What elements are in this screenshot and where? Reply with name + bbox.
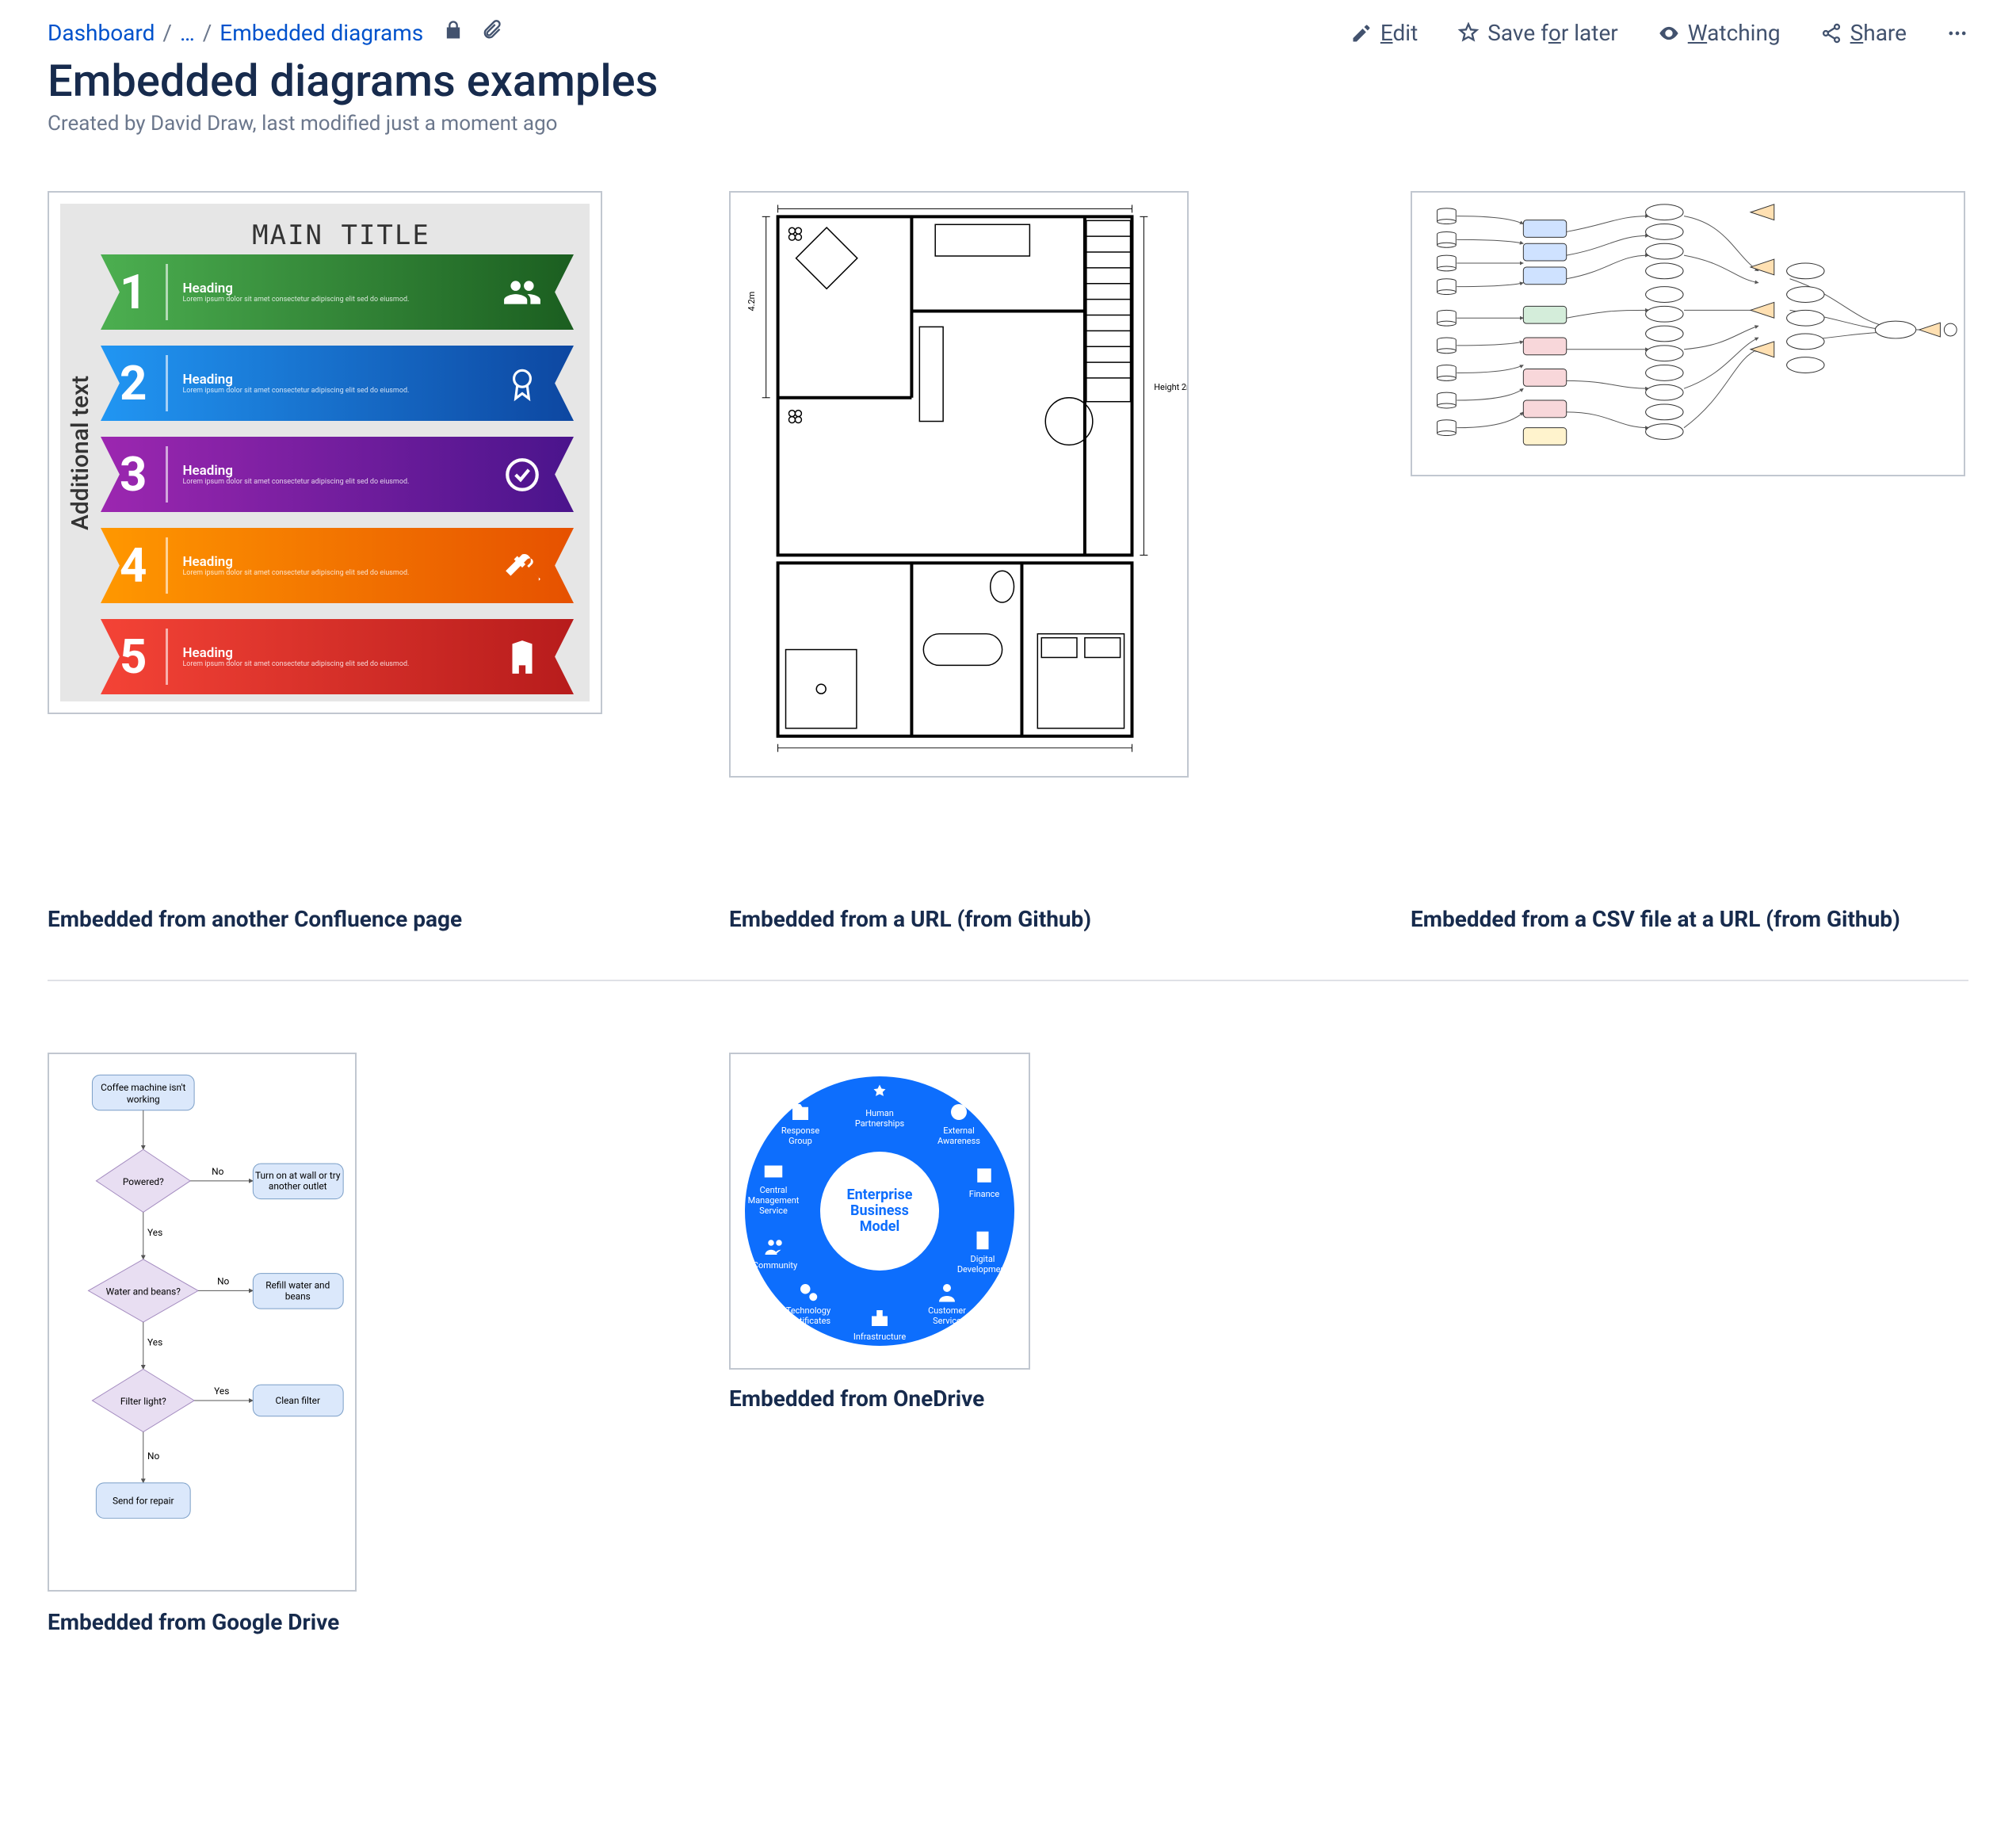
page-meta: Created by David Draw, last modified jus…: [48, 112, 1968, 136]
diagram-row: Additional text MAIN TITLE 1 HeadingLore…: [48, 191, 1968, 779]
row-body: Lorem ipsum dolor sit amet consectetur a…: [182, 479, 488, 487]
fc-label: Yes: [214, 1385, 229, 1397]
infographic-side-text: Additional text: [60, 204, 101, 701]
save-for-later-button[interactable]: Save for later: [1457, 20, 1618, 46]
diagram-infographic[interactable]: Additional text MAIN TITLE 1 HeadingLore…: [48, 191, 602, 714]
diagram-cell: Enterprise Business Model Human Partners…: [729, 1053, 1284, 1412]
diagram-caption: Embedded from OneDrive: [729, 1385, 1284, 1412]
diagram-floorplan[interactable]: Height 2m 4.2m: [729, 191, 1189, 778]
donut-center-line: Enterprise: [846, 1187, 912, 1203]
fc-node: Clean filter: [276, 1395, 320, 1406]
page-actions: Edit Save for later Watching Share: [1350, 20, 1968, 46]
diagram-caption: Embedded from Google Drive: [48, 1609, 602, 1635]
row-number: 5: [101, 629, 168, 685]
infographic-row: 2 HeadingLorem ipsum dolor sit amet cons…: [101, 346, 574, 421]
svg-text:another outlet: another outlet: [269, 1181, 327, 1192]
diagram-row: Coffee machine isn't working Powered? No…: [48, 1053, 1968, 1635]
page-title: Embedded diagrams examples: [48, 55, 1968, 107]
donut-center-line: Model: [860, 1219, 900, 1235]
watching-button[interactable]: Watching: [1658, 20, 1781, 46]
diagram-caption: Embedded from another Confluence page: [48, 906, 602, 932]
donut-seg: Digital Development: [951, 1229, 1014, 1275]
fc-label: Yes: [147, 1337, 162, 1348]
diagram-donut[interactable]: Enterprise Business Model Human Partners…: [729, 1053, 1030, 1370]
donut-seg: Human Partnerships: [848, 1083, 911, 1129]
fc-node: Filter light?: [120, 1396, 166, 1407]
donut-seg: Central Management Service: [742, 1160, 805, 1216]
breadcrumb-sep: /: [203, 20, 212, 46]
diagram-flowchart[interactable]: Coffee machine isn't working Powered? No…: [48, 1053, 357, 1592]
breadcrumb: Dashboard / … / Embedded diagrams: [48, 19, 502, 47]
row-body: Lorem ipsum dolor sit amet consectetur a…: [182, 570, 488, 578]
donut-seg: External Awareness: [927, 1100, 991, 1146]
infographic-row: 3 HeadingLorem ipsum dolor sit amet cons…: [101, 437, 574, 512]
row-number: 2: [101, 355, 168, 411]
infographic-title: MAIN TITLE: [101, 208, 582, 254]
row-heading: Heading: [182, 281, 488, 296]
share-label: Share: [1850, 20, 1907, 46]
building-icon: [502, 637, 542, 677]
people-icon: [502, 273, 542, 312]
fc-start: Coffee machine isn't: [101, 1082, 185, 1093]
row-body: Lorem ipsum dolor sit amet consectetur a…: [182, 388, 488, 396]
diagram-cell: Additional text MAIN TITLE 1 HeadingLore…: [48, 191, 602, 714]
fc-node: Send for repair: [113, 1496, 174, 1507]
fc-label: No: [147, 1450, 159, 1462]
donut-seg: Finance: [953, 1164, 1016, 1199]
row-heading: Heading: [182, 645, 488, 661]
check-badge-icon: [502, 455, 542, 495]
infographic-row: 5 HeadingLorem ipsum dolor sit amet cons…: [101, 619, 574, 694]
breadcrumb-sep: /: [162, 20, 172, 46]
save-label: Save for later: [1487, 20, 1618, 46]
svg-text:4.2m: 4.2m: [746, 292, 757, 311]
diagram-cell: [1411, 191, 1965, 478]
share-button[interactable]: Share: [1820, 20, 1907, 46]
fc-label: No: [217, 1275, 229, 1286]
donut-seg: Community: [743, 1235, 807, 1271]
infographic-row: 1 HeadingLorem ipsum dolor sit amet cons…: [101, 254, 574, 330]
diagram-caption: Embedded from a URL (from Github): [729, 906, 1284, 932]
infographic-row: 4 HeadingLorem ipsum dolor sit amet cons…: [101, 528, 574, 603]
breadcrumb-dashboard[interactable]: Dashboard: [48, 20, 155, 46]
section-divider: [48, 980, 1968, 981]
diagram-cell: Coffee machine isn't working Powered? No…: [48, 1053, 602, 1635]
edit-label: Edit: [1380, 20, 1418, 46]
svg-text:Height 2m: Height 2m: [1154, 382, 1187, 392]
more-actions-button[interactable]: [1946, 22, 1968, 44]
row-number: 3: [101, 446, 168, 503]
ribbon-icon: [502, 364, 542, 403]
donut-center-line: Business: [850, 1203, 909, 1219]
svg-text:Turn on at wall or try: Turn on at wall or try: [255, 1170, 341, 1181]
diagram-dataflow[interactable]: [1411, 191, 1965, 476]
row-number: 1: [101, 264, 168, 320]
tools-icon: [502, 546, 542, 586]
row-number: 4: [101, 537, 168, 594]
edit-button[interactable]: Edit: [1350, 20, 1418, 46]
watching-label: Watching: [1688, 20, 1781, 46]
fc-label: No: [212, 1166, 223, 1177]
fc-label: Yes: [147, 1227, 162, 1238]
donut-seg: Technology Certificates: [777, 1280, 840, 1326]
fc-node: Water and beans?: [106, 1286, 181, 1297]
donut-seg: Infrastructure: [848, 1306, 911, 1342]
row-heading: Heading: [182, 463, 488, 479]
row-heading: Heading: [182, 372, 488, 388]
svg-text:Refill water and: Refill water and: [265, 1279, 330, 1290]
diagram-caption: Embedded from a CSV file at a URL (from …: [1411, 906, 1965, 932]
row-body: Lorem ipsum dolor sit amet consectetur a…: [182, 661, 488, 669]
restrictions-icon[interactable]: [442, 19, 464, 47]
donut-seg: Customer Service: [915, 1280, 979, 1326]
fc-node: Powered?: [123, 1176, 164, 1187]
svg-text:working: working: [127, 1094, 160, 1105]
svg-text:beans: beans: [285, 1290, 311, 1301]
donut-seg: Response Group: [769, 1100, 832, 1146]
breadcrumb-ellipsis[interactable]: …: [180, 20, 195, 46]
page-header: Dashboard / … / Embedded diagrams Edit S…: [48, 19, 1968, 47]
row-heading: Heading: [182, 554, 488, 570]
diagram-cell: Height 2m 4.2m: [729, 191, 1284, 779]
breadcrumb-current[interactable]: Embedded diagrams: [220, 20, 423, 46]
row-body: Lorem ipsum dolor sit amet consectetur a…: [182, 296, 488, 304]
attachment-icon[interactable]: [480, 19, 502, 47]
